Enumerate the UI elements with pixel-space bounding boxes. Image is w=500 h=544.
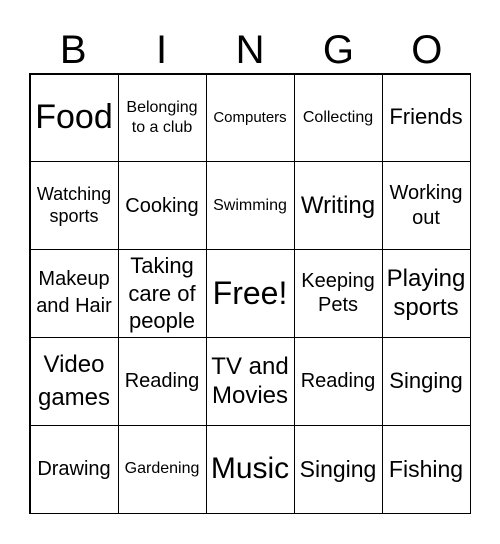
bingo-cell[interactable]: Singing bbox=[381, 336, 471, 426]
bingo-cell[interactable]: Music bbox=[205, 424, 295, 514]
header-letter-g: G bbox=[322, 28, 354, 72]
header-letter-i: I bbox=[156, 28, 168, 72]
bingo-cell[interactable]: Reading bbox=[117, 336, 207, 426]
bingo-cell[interactable]: Makeup and Hair bbox=[29, 249, 119, 338]
bingo-cell[interactable]: Working out bbox=[381, 161, 471, 251]
bingo-cell[interactable]: Cooking bbox=[117, 161, 207, 251]
bingo-cell[interactable]: Singing bbox=[293, 424, 383, 514]
bingo-cell[interactable]: Playing sports bbox=[381, 249, 471, 338]
header-letter-n: N bbox=[235, 28, 265, 72]
bingo-cell[interactable]: Drawing bbox=[29, 424, 119, 514]
bingo-cell[interactable]: Friends bbox=[381, 73, 471, 163]
bingo-cell[interactable]: Swimming bbox=[205, 161, 295, 251]
bingo-cell[interactable]: Writing bbox=[293, 161, 383, 251]
bingo-cell[interactable]: Taking care of people bbox=[117, 249, 207, 338]
bingo-cell[interactable]: Belonging to a club bbox=[117, 73, 207, 163]
bingo-cell[interactable]: Keeping Pets bbox=[293, 249, 383, 338]
bingo-cell[interactable]: Fishing bbox=[381, 424, 471, 514]
header-letter-o: O bbox=[411, 28, 443, 72]
bingo-grid: Food Belonging to a club Computers Colle… bbox=[29, 73, 471, 514]
bingo-cell[interactable]: Reading bbox=[293, 336, 383, 426]
free-space[interactable]: Free! bbox=[205, 249, 295, 338]
bingo-cell[interactable]: Food bbox=[29, 73, 119, 163]
bingo-cell[interactable]: Collecting bbox=[293, 73, 383, 163]
bingo-cell[interactable]: Computers bbox=[205, 73, 295, 163]
header-letter-b: B bbox=[59, 28, 87, 72]
bingo-header: B I N G O bbox=[29, 28, 471, 72]
bingo-cell[interactable]: Watching sports bbox=[29, 161, 119, 251]
bingo-cell[interactable]: Video games bbox=[29, 336, 119, 426]
bingo-cell[interactable]: TV and Movies bbox=[205, 336, 295, 426]
bingo-cell[interactable]: Gardening bbox=[117, 424, 207, 514]
